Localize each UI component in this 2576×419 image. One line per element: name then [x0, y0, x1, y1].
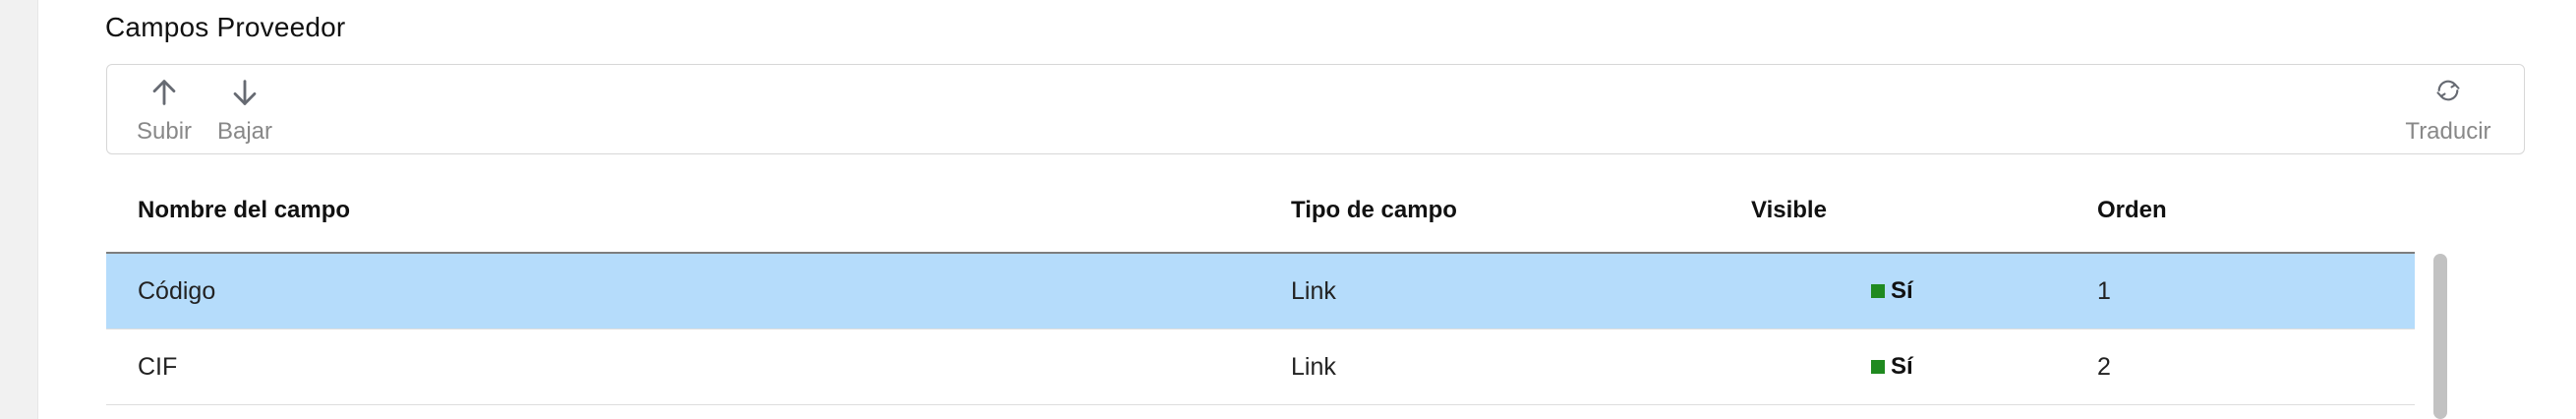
cell-type: Link	[1291, 277, 1336, 305]
vertical-scrollbar[interactable]	[2433, 254, 2447, 419]
cell-order: 2	[2097, 353, 2111, 381]
refresh-icon	[2429, 71, 2468, 110]
visible-value: Sí	[1891, 353, 1913, 380]
translate-label: Traducir	[2405, 118, 2491, 145]
translate-button[interactable]: Traducir	[2394, 65, 2502, 153]
cell-visible: Sí	[1871, 277, 1913, 305]
left-gutter	[0, 0, 38, 419]
table-row[interactable]: Código Link Sí 1	[106, 254, 2415, 329]
column-header-type[interactable]: Tipo de campo	[1291, 197, 1457, 224]
cell-visible: Sí	[1871, 353, 1913, 381]
column-header-order[interactable]: Orden	[2097, 197, 2167, 224]
column-header-visible[interactable]: Visible	[1751, 197, 1827, 224]
visible-indicator-icon	[1871, 284, 1885, 298]
table-header: Nombre del campo Tipo de campo Visible O…	[106, 169, 2415, 254]
arrow-up-icon	[145, 73, 184, 112]
cell-order: 1	[2097, 277, 2111, 305]
move-down-button[interactable]: Bajar	[207, 65, 282, 153]
arrow-down-icon	[225, 73, 264, 112]
visible-indicator-icon	[1871, 360, 1885, 374]
move-up-button[interactable]: Subir	[131, 65, 198, 153]
move-up-label: Subir	[136, 118, 193, 145]
table-row[interactable]: CIF Link Sí 2	[106, 329, 2415, 405]
cell-name: Código	[138, 277, 216, 305]
toolbar: Subir Bajar Traducir	[106, 64, 2525, 154]
column-header-name[interactable]: Nombre del campo	[138, 197, 350, 224]
fields-table: Nombre del campo Tipo de campo Visible O…	[106, 169, 2415, 405]
move-down-label: Bajar	[216, 118, 273, 145]
section-title: Campos Proveedor	[105, 12, 346, 42]
visible-value: Sí	[1891, 277, 1913, 304]
cell-type: Link	[1291, 353, 1336, 381]
cell-name: CIF	[138, 353, 178, 381]
